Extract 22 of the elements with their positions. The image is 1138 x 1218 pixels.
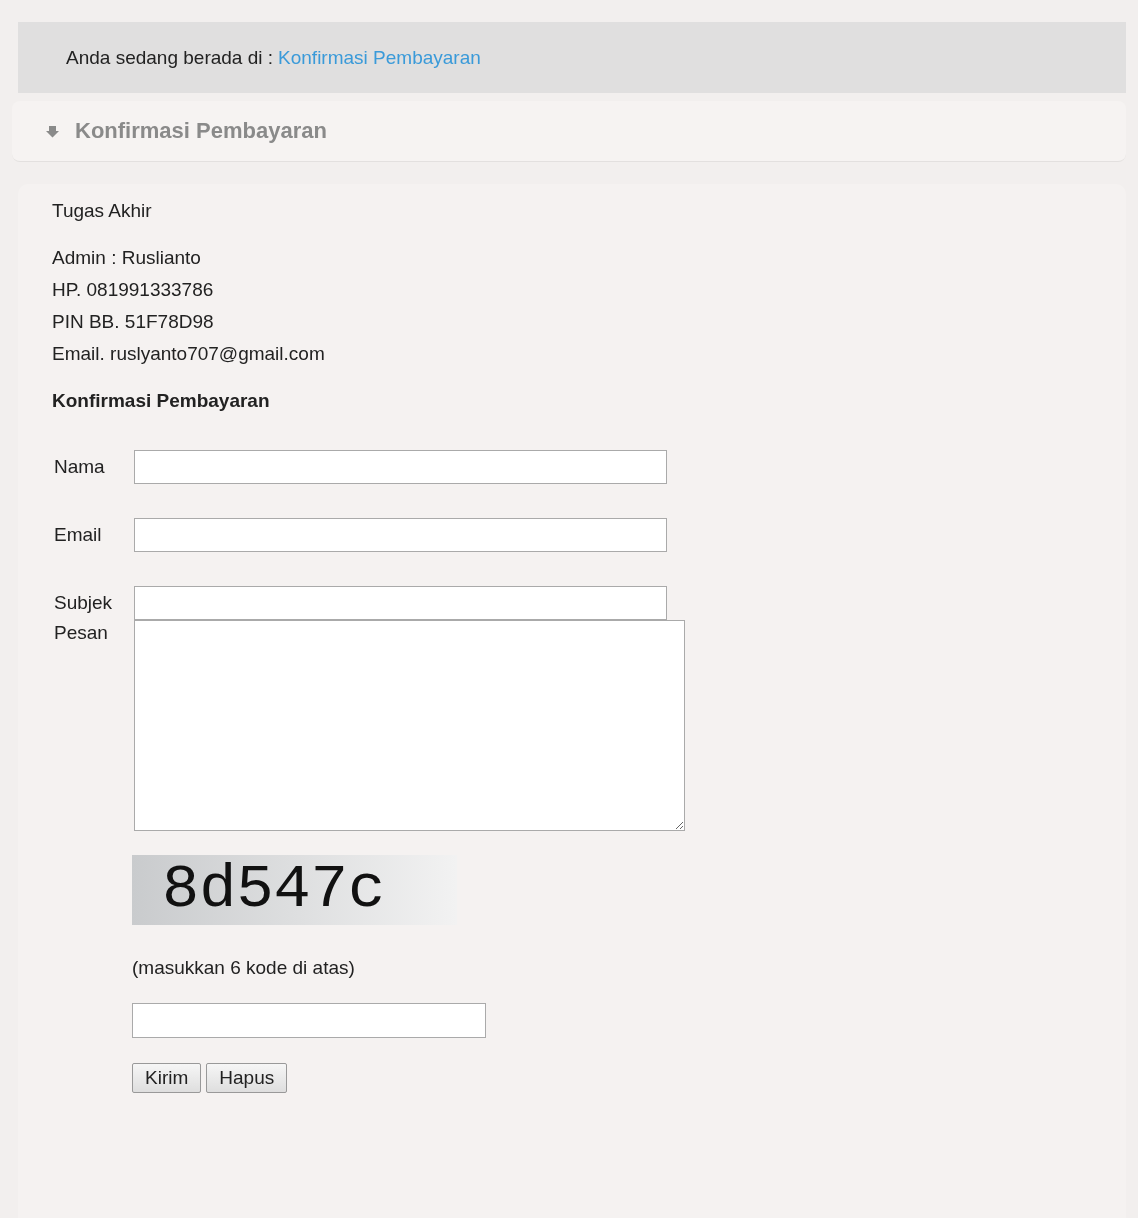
input-field[interactable] xyxy=(134,450,667,484)
input-field[interactable] xyxy=(134,586,667,620)
captcha-field[interactable] xyxy=(132,1003,486,1038)
intro-text: Tugas Akhir xyxy=(52,200,153,222)
form-button[interactable]: Hapus xyxy=(206,1063,288,1093)
field-label: Nama xyxy=(53,456,106,478)
form-button[interactable]: Kirim xyxy=(132,1063,202,1093)
contact-line: HP. 081991333786 xyxy=(52,278,215,302)
input-field[interactable] xyxy=(134,518,667,552)
captcha-image: 8d547c xyxy=(132,855,457,925)
breadcrumb-label: Anda sedang berada di : xyxy=(66,46,274,69)
message-field[interactable] xyxy=(134,620,685,831)
field-label: Pesan xyxy=(53,621,109,644)
page-heading: Konfirmasi Pembayaran xyxy=(75,118,327,144)
contact-line: PIN BB. 51F78D98 xyxy=(52,310,215,334)
form-title: Konfirmasi Pembayaran xyxy=(52,390,271,412)
contact-line: Admin : Ruslianto xyxy=(52,246,202,270)
field-label: Email xyxy=(53,524,103,546)
field-label: Subjek xyxy=(53,592,114,614)
down-arrow-icon xyxy=(46,124,59,138)
contact-line: Email. ruslyanto707@gmail.com xyxy=(52,342,326,366)
captcha-hint: (masukkan 6 kode di atas) xyxy=(132,957,356,979)
